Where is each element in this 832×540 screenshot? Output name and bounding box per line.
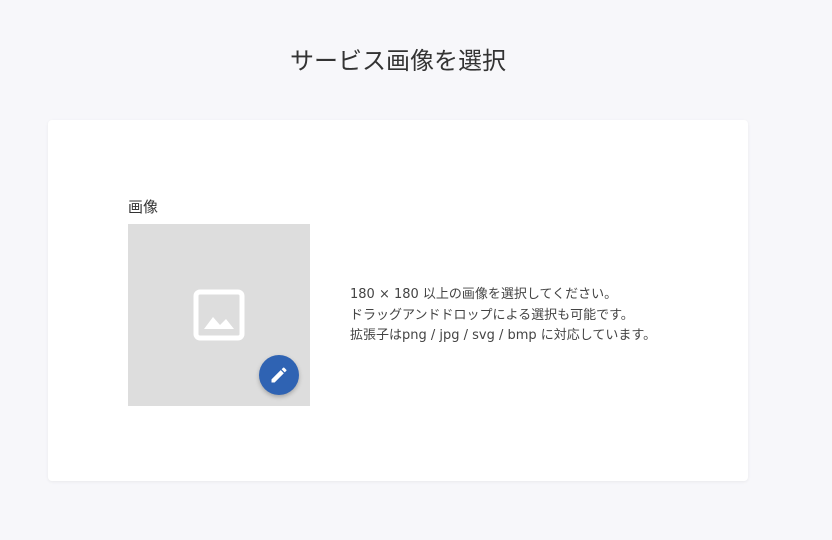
hint-line: ドラッグアンドドロップによる選択も可能です。 — [350, 307, 634, 323]
image-field-label: 画像 — [128, 198, 159, 216]
image-drop-zone[interactable] — [128, 224, 310, 406]
image-placeholder-icon — [193, 289, 245, 341]
image-select-card: 画像 180 × 180 以上の画像を選択してください。 ドラッグアンドドロップ… — [48, 120, 748, 481]
page-title: サービス画像を選択 — [290, 47, 506, 75]
hint-line: 拡張子はpng / jpg / svg / bmp に対応しています。 — [350, 328, 657, 343]
image-requirements-text: 180 × 180 以上の画像を選択してください。 ドラッグアンドドロップによる… — [350, 285, 656, 347]
edit-image-button[interactable] — [259, 355, 299, 395]
hint-line: 180 × 180 以上の画像を選択してください。 — [350, 287, 618, 302]
page: サービス画像を選択 画像 180 × 180 以上の画像を選択してください。 ド… — [0, 0, 832, 540]
pencil-icon — [271, 367, 287, 383]
